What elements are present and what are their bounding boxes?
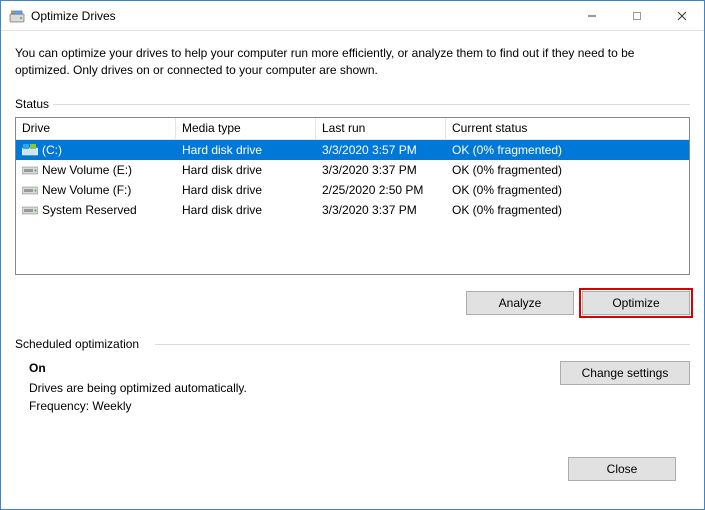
optimize-button[interactable]: Optimize: [582, 291, 690, 315]
drive-row[interactable]: (C:) Hard disk drive3/3/2020 3:57 PMOK (0…: [16, 140, 689, 160]
content-area: You can optimize your drives to help you…: [1, 31, 704, 509]
drive-last-run: 2/25/2020 2:50 PM: [316, 183, 446, 197]
schedule-section-label: Scheduled optimization: [15, 337, 690, 351]
hard-drive-icon: [22, 164, 38, 176]
titlebar: Optimize Drives: [1, 1, 704, 31]
analyze-button[interactable]: Analyze: [466, 291, 574, 315]
schedule-desc-line2: Frequency: Weekly: [29, 399, 560, 413]
drive-actions-row: Analyze Optimize: [15, 291, 690, 315]
drive-status: OK (0% fragmented): [446, 203, 689, 217]
window-title: Optimize Drives: [31, 9, 116, 23]
optimize-drives-window: Optimize Drives You can optimize your dr…: [0, 0, 705, 510]
description-text: You can optimize your drives to help you…: [15, 45, 690, 79]
drive-name: (C:): [42, 143, 62, 157]
hard-drive-icon: [22, 204, 38, 216]
drive-status: OK (0% fragmented): [446, 163, 689, 177]
drive-last-run: 3/3/2020 3:37 PM: [316, 163, 446, 177]
col-header-drive[interactable]: Drive: [16, 118, 176, 139]
drive-media-type: Hard disk drive: [176, 163, 316, 177]
maximize-button[interactable]: [614, 1, 659, 30]
col-header-last-run[interactable]: Last run: [316, 118, 446, 139]
close-dialog-button[interactable]: Close: [568, 457, 676, 481]
drives-header-row: Drive Media type Last run Current status: [16, 118, 689, 140]
drive-media-type: Hard disk drive: [176, 143, 316, 157]
drive-media-type: Hard disk drive: [176, 203, 316, 217]
drive-name: New Volume (F:): [42, 183, 131, 197]
drive-name: New Volume (E:): [42, 163, 132, 177]
status-label-text: Status: [15, 97, 49, 111]
drive-name: System Reserved: [42, 203, 137, 217]
drive-status: OK (0% fragmented): [446, 183, 689, 197]
status-section-label: Status: [15, 97, 690, 111]
schedule-desc-line1: Drives are being optimized automatically…: [29, 381, 560, 395]
change-settings-button[interactable]: Change settings: [560, 361, 690, 385]
col-header-media[interactable]: Media type: [176, 118, 316, 139]
windows-drive-icon: [22, 144, 38, 156]
drive-last-run: 3/3/2020 3:37 PM: [316, 203, 446, 217]
drives-list[interactable]: Drive Media type Last run Current status…: [15, 117, 690, 275]
hard-drive-icon: [22, 184, 38, 196]
minimize-button[interactable]: [569, 1, 614, 30]
app-icon: [9, 8, 25, 24]
close-button[interactable]: [659, 1, 704, 30]
schedule-state: On: [29, 361, 560, 375]
col-header-status[interactable]: Current status: [446, 118, 689, 139]
schedule-label-text: Scheduled optimization: [15, 337, 139, 351]
drive-row[interactable]: New Volume (F:) Hard disk drive2/25/2020 …: [16, 180, 689, 200]
drive-last-run: 3/3/2020 3:57 PM: [316, 143, 446, 157]
drive-row[interactable]: New Volume (E:) Hard disk drive3/3/2020 3…: [16, 160, 689, 180]
drive-status: OK (0% fragmented): [446, 143, 689, 157]
scheduled-optimization-section: Scheduled optimization On Drives are bei…: [15, 337, 690, 417]
drive-media-type: Hard disk drive: [176, 183, 316, 197]
drive-row[interactable]: System Reserved Hard disk drive3/3/2020 3…: [16, 200, 689, 220]
footer-row: Close: [15, 447, 690, 495]
